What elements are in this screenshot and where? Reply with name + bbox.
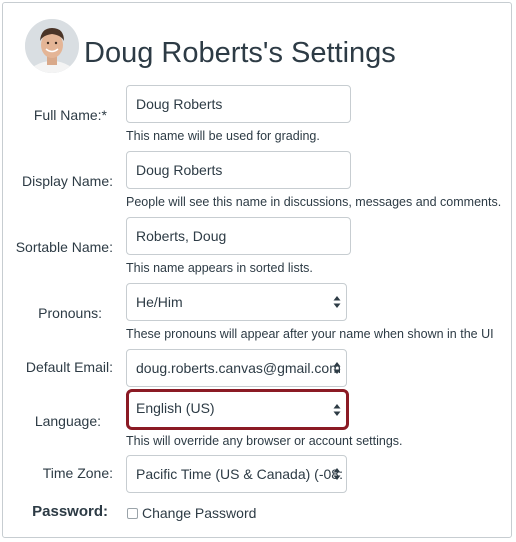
full-name-input[interactable]: Doug Roberts (126, 85, 351, 123)
time-zone-select[interactable]: Pacific Time (US & Canada) (-08: (126, 455, 347, 493)
display-name-label: Display Name: (21, 173, 113, 189)
sortable-name-label: Sortable Name: (15, 239, 113, 255)
language-value: English (US) (136, 400, 215, 416)
pronouns-hint: These pronouns will appear after your na… (126, 327, 494, 341)
default-email-value: doug.roberts.canvas@gmail.com (136, 360, 341, 376)
select-arrows-icon (333, 362, 341, 374)
change-password-label[interactable]: Change Password (142, 505, 256, 521)
full-name-label: Full Name:* (33, 107, 107, 123)
pronouns-label: Pronouns: (38, 305, 102, 321)
default-email-select[interactable]: doug.roberts.canvas@gmail.com (126, 349, 347, 387)
page-title: Doug Roberts's Settings (84, 37, 396, 69)
display-name-input[interactable]: Doug Roberts (126, 151, 351, 189)
time-zone-value: Pacific Time (US & Canada) (-08: (136, 466, 343, 482)
settings-panel: Doug Roberts's Settings Full Name:* Doug… (2, 2, 512, 538)
pronouns-select[interactable]: He/Him (126, 283, 347, 321)
language-hint: This will override any browser or accoun… (126, 434, 403, 448)
select-arrows-icon (333, 403, 341, 416)
pronouns-value: He/Him (136, 294, 183, 310)
sortable-name-hint: This name appears in sorted lists. (126, 261, 313, 275)
language-label: Language: (34, 413, 101, 429)
full-name-hint: This name will be used for grading. (126, 129, 320, 143)
time-zone-label: Time Zone: (42, 465, 113, 481)
display-name-hint: People will see this name in discussions… (126, 195, 502, 209)
select-arrows-icon (333, 296, 341, 308)
sortable-name-input[interactable]: Roberts, Doug (126, 217, 351, 255)
password-label: Password: (32, 503, 108, 520)
user-avatar-icon[interactable] (25, 19, 79, 73)
language-select[interactable]: English (US) (126, 389, 349, 430)
select-arrows-icon (333, 468, 341, 480)
default-email-label: Default Email: (25, 359, 113, 375)
change-password-checkbox[interactable] (127, 508, 138, 519)
